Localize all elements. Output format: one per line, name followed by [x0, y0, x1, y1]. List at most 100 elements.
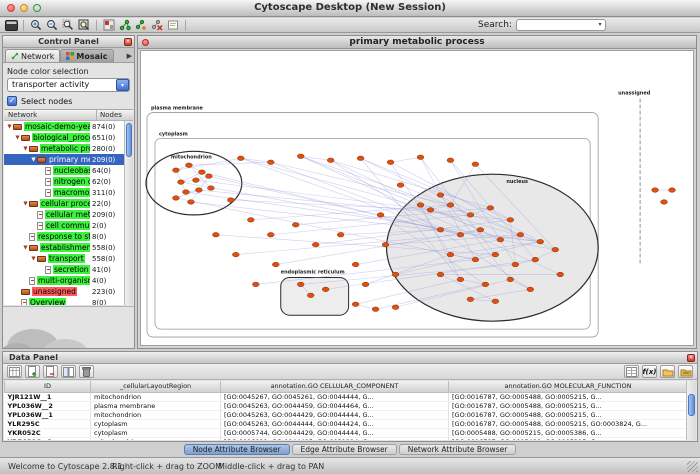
zoom-out-button[interactable] [44, 19, 60, 32]
network-node[interactable] [427, 208, 434, 213]
table-scrollbar-thumb[interactable] [688, 394, 695, 416]
search-dropdown-arrow-icon[interactable]: ▾ [595, 20, 605, 30]
network-graph[interactable]: plasma membranecytoplasmmitochondrionnuc… [141, 51, 693, 345]
table-cell[interactable]: [GO:0016021, GO:0044425, GO:0031224, G..… [221, 437, 449, 440]
function-builder-button[interactable]: f(x) [642, 365, 657, 378]
network-window-close-button[interactable] [142, 39, 149, 46]
node-color-dropdown[interactable]: transporter activity ▾ [7, 78, 130, 92]
tree-item-nucleobase-nucleoside-nucleotide-and-nucleic-acid-metabolic-process[interactable]: nucleobase, nucleoside, nucleotide and n… [4, 165, 124, 176]
network-overview-button[interactable] [101, 19, 117, 32]
tree-item-secretion[interactable]: secretion41(0) [4, 264, 124, 275]
network-node[interactable] [372, 307, 379, 312]
expand-arrow-icon[interactable]: ▼ [22, 245, 29, 251]
network-node[interactable] [512, 262, 519, 267]
network-node[interactable] [212, 232, 219, 237]
network-node[interactable] [173, 196, 180, 201]
network-node[interactable] [497, 237, 504, 242]
network-node[interactable] [527, 287, 534, 292]
network-node[interactable] [437, 272, 444, 277]
resize-grip[interactable] [687, 461, 698, 472]
attribute-columns-button[interactable] [61, 365, 76, 378]
network-window-titlebar[interactable]: primary metabolic process [138, 36, 696, 49]
table-row[interactable]: YJR121W__1mitochondrion[GO:0045267, GO:0… [5, 392, 688, 401]
table-cell[interactable]: YJR121W__1 [5, 392, 91, 401]
trash-button[interactable] [79, 365, 94, 378]
destroy-network-button[interactable] [149, 19, 165, 32]
tree-item-mosaic-demo-yeast[interactable]: ▼mosaic-demo-yeast874(0) [4, 121, 124, 132]
tab-edge-attribute-browser[interactable]: Edge Attribute Browser [292, 444, 397, 455]
annotation-button[interactable] [165, 19, 181, 32]
first-neighbors-button[interactable] [117, 19, 133, 32]
table-cell[interactable]: [GO:0005488, GO:0005215, GO:0005386, G..… [449, 428, 688, 437]
column-header-id[interactable]: ID [5, 381, 91, 392]
table-cell[interactable]: [GO:0045263, GO:0044459, GO:0044464, G..… [221, 401, 449, 410]
network-node[interactable] [322, 287, 329, 292]
table-cell[interactable]: mitochondrion [91, 410, 221, 419]
network-node[interactable] [312, 242, 319, 247]
network-node[interactable] [457, 277, 464, 282]
table-row[interactable]: YPL036W__2plasma membrane[GO:0045263, GO… [5, 401, 688, 410]
expand-arrow-icon[interactable]: ▼ [22, 146, 29, 152]
data-panel-close-icon[interactable]: ✕ [687, 354, 695, 362]
zoom-selected-region-button[interactable] [60, 19, 76, 32]
import-attributes-button[interactable] [660, 365, 675, 378]
network-node[interactable] [397, 183, 404, 188]
network-node[interactable] [193, 178, 200, 183]
network-node[interactable] [207, 186, 214, 191]
select-nodes-checkbox[interactable]: ✓ [7, 96, 17, 106]
network-node[interactable] [178, 180, 185, 185]
table-cell[interactable]: mitochondrion [91, 437, 221, 440]
create-attribute-button[interactable] [25, 365, 40, 378]
network-node[interactable] [472, 257, 479, 262]
network-node[interactable] [247, 218, 254, 223]
network-node[interactable] [437, 227, 444, 232]
network-node[interactable] [447, 158, 454, 163]
network-node[interactable] [377, 213, 384, 218]
tree-item-primary-metabolic-process[interactable]: ▼primary metabolic process209(0) [4, 154, 124, 165]
network-node[interactable] [457, 232, 464, 237]
network-node[interactable] [532, 257, 539, 262]
network-node[interactable] [337, 232, 344, 237]
tree-item-nitrogen-compound-metabolic-process[interactable]: nitrogen compound metabolic process62(0) [4, 176, 124, 187]
table-scrollbar[interactable] [686, 381, 696, 440]
control-panel-close-icon[interactable]: ✕ [124, 38, 132, 46]
table-row[interactable]: YPL036W__1mitochondrion[GO:0045263, GO:0… [5, 410, 688, 419]
table-cell[interactable]: [GO:0045263, GO:0044429, GO:0044444, G..… [221, 410, 449, 419]
table-cell[interactable]: plasma membrane [91, 401, 221, 410]
network-node[interactable] [357, 156, 364, 161]
new-network-from-selection-button[interactable] [133, 19, 149, 32]
network-node[interactable] [227, 198, 234, 203]
table-cell[interactable]: YPL036W__1 [5, 410, 91, 419]
load-attributes-button[interactable] [678, 365, 693, 378]
network-node[interactable] [507, 218, 514, 223]
zoom-in-button[interactable] [28, 19, 44, 32]
network-node[interactable] [267, 232, 274, 237]
tree-item-cell-communication[interactable]: cell communication2(0) [4, 220, 124, 231]
tree-item-metabolic-process[interactable]: ▼metabolic process280(0) [4, 143, 124, 154]
tree-item-transport[interactable]: ▼transport558(0) [4, 253, 124, 264]
tree-item-multi-organism-process[interactable]: multi-organism process4(0) [4, 275, 124, 286]
tree-scrollbar[interactable] [124, 121, 133, 305]
network-node[interactable] [327, 158, 334, 163]
column-header-annotation-go-cellular-component[interactable]: annotation.GO CELLULAR_COMPONENT [221, 381, 449, 392]
network-node[interactable] [392, 272, 399, 277]
network-node[interactable] [362, 282, 369, 287]
tab-network-attribute-browser[interactable]: Network Attribute Browser [399, 444, 517, 455]
network-node[interactable] [492, 252, 499, 257]
table-cell[interactable]: cytoplasm [91, 428, 221, 437]
tree-item-unassigned[interactable]: unassigned223(0) [4, 286, 124, 297]
tab-overflow-arrow-icon[interactable]: ▶ [127, 52, 132, 60]
tree-scrollbar-thumb[interactable] [126, 123, 132, 157]
network-node[interactable] [467, 213, 474, 218]
zoom-fit-button[interactable] [76, 19, 92, 32]
table-cell[interactable]: YPL036W__2 [5, 401, 91, 410]
network-node[interactable] [652, 188, 659, 193]
network-node[interactable] [552, 247, 559, 252]
table-cell[interactable]: [GO:0016787, GO:0005488, GO:0005215, G..… [449, 437, 688, 440]
network-node[interactable] [232, 252, 239, 257]
table-row[interactable]: YLR295Ccytoplasm[GO:0045263, GO:0044444,… [5, 419, 688, 428]
network-node[interactable] [482, 282, 489, 287]
network-node[interactable] [352, 262, 359, 267]
network-node[interactable] [447, 203, 454, 208]
network-node[interactable] [297, 282, 304, 287]
